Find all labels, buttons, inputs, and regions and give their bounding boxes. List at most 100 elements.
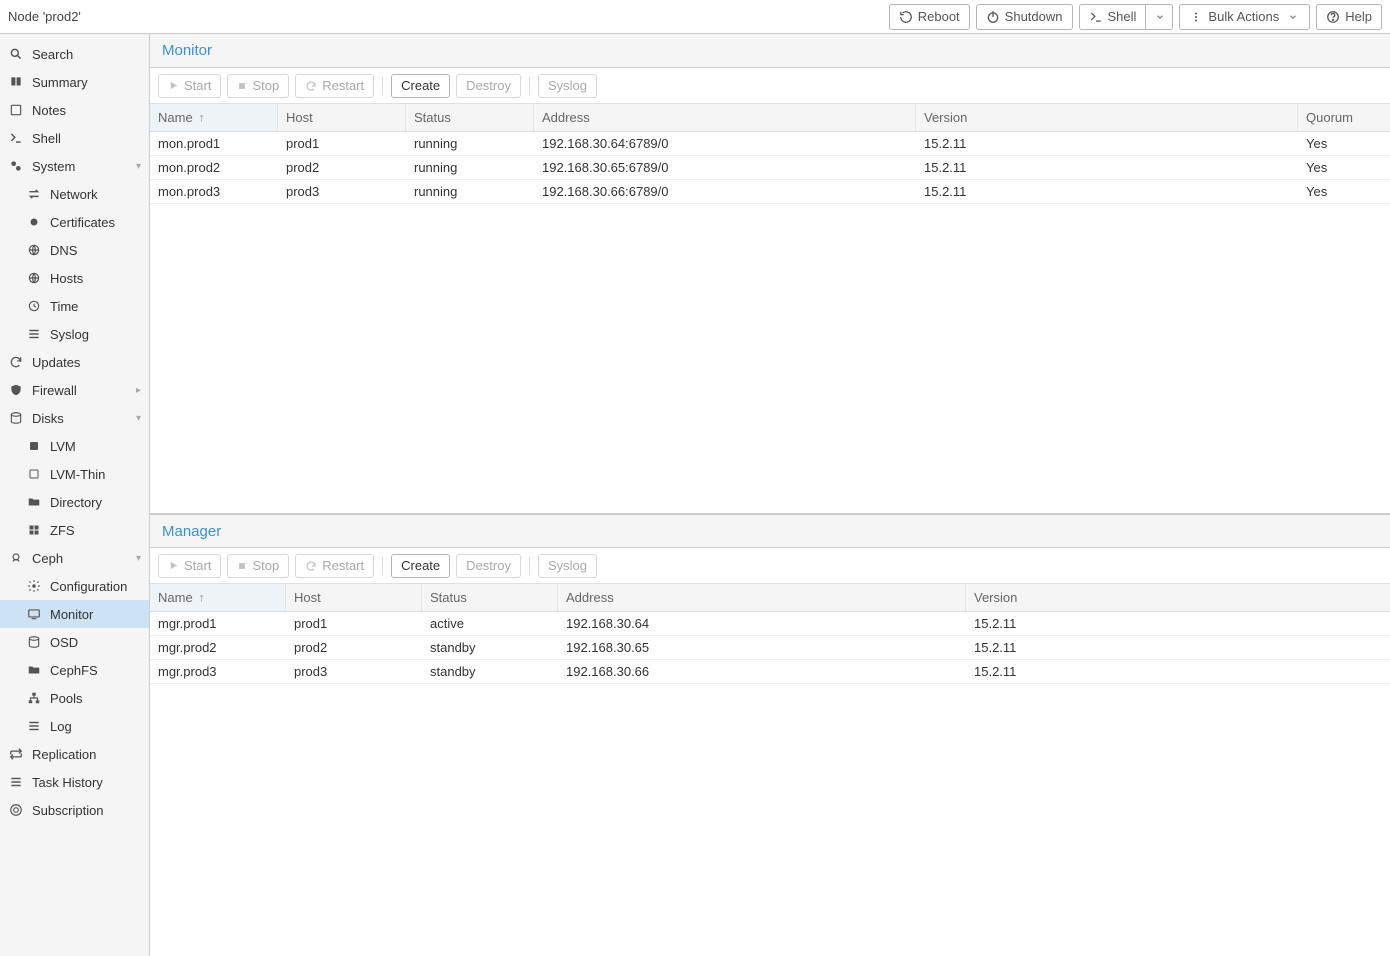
mgr-restart-button[interactable]: Restart [295,554,374,578]
manager-title-link[interactable]: Manager [162,523,221,540]
table-row[interactable]: mgr.prod1prod1active192.168.30.6415.2.11 [150,612,1390,636]
sidebar-item-time[interactable]: Time [0,292,149,320]
col-version[interactable]: Version [916,104,1298,131]
sidebar-item-log[interactable]: Log [0,712,149,740]
grid-icon [26,524,42,536]
help-button[interactable]: Help [1316,4,1382,30]
table-row[interactable]: mon.prod1prod1running192.168.30.64:6789/… [150,132,1390,156]
sidebar-item-cephfs[interactable]: CephFS [0,656,149,684]
sidebar-item-certificates[interactable]: Certificates [0,208,149,236]
sidebar-item-notes[interactable]: Notes [0,96,149,124]
shell-dropdown[interactable] [1145,4,1173,30]
table-row[interactable]: mon.prod3prod3running192.168.30.66:6789/… [150,180,1390,204]
col-status[interactable]: Status [406,104,534,131]
table-row[interactable]: mon.prod2prod2running192.168.30.65:6789/… [150,156,1390,180]
sidebar-item-monitor[interactable]: Monitor [0,600,149,628]
reboot-button[interactable]: Reboot [889,4,970,30]
sidebar-item-replication[interactable]: Replication [0,740,149,768]
square-outline-icon [26,468,42,480]
sidebar-item-syslog[interactable]: Syslog [0,320,149,348]
cell-name: mgr.prod3 [150,660,286,683]
cell-quorum: Yes [1298,180,1390,203]
cell-address: 192.168.30.64:6789/0 [534,132,916,155]
sidebar-item-taskhistory[interactable]: Task History [0,768,149,796]
sidebar-item-disks[interactable]: Disks ▾ [0,404,149,432]
col-host[interactable]: Host [278,104,406,131]
cell-status: running [406,180,534,203]
mgr-syslog-button[interactable]: Syslog [538,554,597,578]
note-icon [8,103,24,117]
sidebar-item-hosts[interactable]: Hosts [0,264,149,292]
table-row[interactable]: mgr.prod2prod2standby192.168.30.6515.2.1… [150,636,1390,660]
node-title: Node 'prod2' [8,9,889,24]
stop-icon [237,561,247,571]
cell-address: 192.168.30.66:6789/0 [534,180,916,203]
sidebar-item-lvm[interactable]: LVM [0,432,149,460]
shell-button[interactable]: Shell [1079,4,1146,30]
col-name[interactable]: Name↑ [150,584,286,611]
sidebar-item-zfs[interactable]: ZFS [0,516,149,544]
col-quorum[interactable]: Quorum [1298,104,1390,131]
col-address[interactable]: Address [534,104,916,131]
sort-asc-icon: ↑ [199,112,205,124]
sidebar-item-lvmthin[interactable]: LVM-Thin [0,460,149,488]
cell-quorum: Yes [1298,132,1390,155]
play-icon [168,560,179,571]
cell-host: prod2 [278,156,406,179]
col-version[interactable]: Version [966,584,1390,611]
sidebar-item-summary[interactable]: Summary [0,68,149,96]
cell-status: active [422,612,558,635]
retweet-icon [8,747,24,761]
sidebar-item-ceph[interactable]: Ceph ▾ [0,544,149,572]
sidebar-item-shell[interactable]: Shell [0,124,149,152]
list-icon [26,327,42,341]
mgr-start-button[interactable]: Start [158,554,221,578]
cell-version: 15.2.11 [966,612,1390,635]
cell-host: prod1 [278,132,406,155]
mon-syslog-button[interactable]: Syslog [538,74,597,98]
stop-icon [237,81,247,91]
sidebar-item-network[interactable]: Network [0,180,149,208]
sidebar-item-dns[interactable]: DNS [0,236,149,264]
col-address[interactable]: Address [558,584,966,611]
sidebar-item-pools[interactable]: Pools [0,684,149,712]
sidebar-item-system[interactable]: System ▾ [0,152,149,180]
cell-address: 192.168.30.64 [558,612,966,635]
shutdown-button[interactable]: Shutdown [976,4,1073,30]
sidebar: Search Summary Notes Shell System ▾ Netw… [0,34,150,956]
table-row[interactable]: mgr.prod3prod3standby192.168.30.6615.2.1… [150,660,1390,684]
mgr-create-button[interactable]: Create [391,554,450,578]
sidebar-item-configuration[interactable]: Configuration [0,572,149,600]
power-icon [986,10,1000,24]
sidebar-item-directory[interactable]: Directory [0,488,149,516]
mgr-destroy-button[interactable]: Destroy [456,554,521,578]
mon-restart-button[interactable]: Restart [295,74,374,98]
sidebar-item-search[interactable]: Search [0,40,149,68]
folder-icon [26,495,42,509]
sidebar-item-subscription[interactable]: Subscription [0,796,149,824]
sidebar-item-firewall[interactable]: Firewall ▸ [0,376,149,404]
monitor-panel-header: Monitor [150,34,1390,68]
square-icon [26,440,42,452]
mon-stop-button[interactable]: Stop [227,74,289,98]
sidebar-item-osd[interactable]: OSD [0,628,149,656]
cell-host: prod3 [286,660,422,683]
tv-icon [26,607,42,621]
cell-version: 15.2.11 [966,636,1390,659]
list-icon [8,775,24,789]
bulk-actions-button[interactable]: Bulk Actions [1179,4,1310,30]
col-status[interactable]: Status [422,584,558,611]
col-host[interactable]: Host [286,584,422,611]
mgr-stop-button[interactable]: Stop [227,554,289,578]
mon-destroy-button[interactable]: Destroy [456,74,521,98]
mon-start-button[interactable]: Start [158,74,221,98]
monitor-title-link[interactable]: Monitor [162,42,212,59]
col-name[interactable]: Name↑ [150,104,278,131]
list-icon [26,719,42,733]
cell-address: 192.168.30.65:6789/0 [534,156,916,179]
book-icon [8,75,24,89]
sidebar-item-updates[interactable]: Updates [0,348,149,376]
mon-create-button[interactable]: Create [391,74,450,98]
globe-icon [26,271,42,285]
chevron-down-icon: ▾ [136,161,141,172]
